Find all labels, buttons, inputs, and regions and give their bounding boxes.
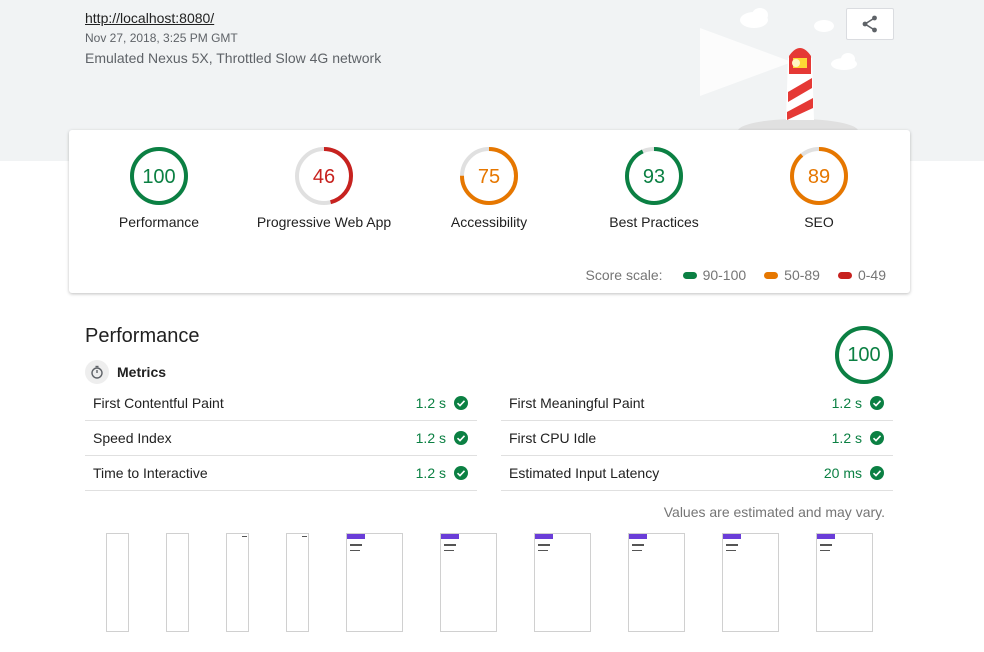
- metric-value: 1.2 s: [831, 430, 862, 446]
- fail-range-label: 0-49: [857, 267, 886, 283]
- filmstrip-frame: [346, 533, 403, 632]
- metric-row: First CPU Idle 1.2 s: [501, 421, 893, 456]
- performance-section-gauge: 100: [835, 326, 893, 384]
- gauge-performance[interactable]: 100 Performance: [79, 146, 239, 230]
- metric-row: Time to Interactive 1.2 s: [85, 456, 477, 491]
- pass-swatch: [682, 271, 697, 279]
- best-practices-score-gauge: 93: [625, 147, 683, 205]
- metric-name: Estimated Input Latency: [509, 465, 660, 481]
- stopwatch-icon: [85, 360, 109, 384]
- best-practices-label: Best Practices: [609, 214, 699, 230]
- accessibility-label: Accessibility: [450, 214, 528, 230]
- filmstrip-frame: [226, 533, 249, 632]
- pass-check-icon: [870, 466, 884, 480]
- performance-score-gauge: 100: [130, 147, 188, 205]
- metric-value: 1.2 s: [415, 395, 446, 411]
- metric-name: First Meaningful Paint: [509, 395, 645, 411]
- pass-check-icon: [454, 396, 468, 410]
- metric-name: First CPU Idle: [509, 430, 597, 446]
- accessibility-score-gauge: 75: [460, 147, 518, 205]
- lighthouse-illustration: [700, 8, 858, 131]
- score-scale-legend: Score scale: 90-100 50-89 0-49: [586, 267, 886, 283]
- pwa-score: 46: [313, 166, 335, 188]
- performance-section-score: 100: [847, 344, 880, 366]
- metric-name: First Contentful Paint: [93, 395, 224, 411]
- metric-value: 1.2 s: [415, 465, 446, 481]
- pass-check-icon: [870, 396, 884, 410]
- pwa-label: Progressive Web App: [256, 214, 392, 230]
- fail-swatch: [837, 271, 852, 279]
- filmstrip-frame: [816, 533, 873, 632]
- metric-value: 1.2 s: [415, 430, 446, 446]
- pass-range-label: 90-100: [702, 267, 747, 283]
- performance-section-title: Performance: [85, 325, 200, 347]
- report-date: Nov 27, 2018, 3:25 PM GMT: [85, 31, 238, 45]
- metrics-header: Metrics: [85, 360, 166, 384]
- gauge-accessibility[interactable]: 75 Accessibility: [409, 146, 569, 230]
- filmstrip-frame: [534, 533, 591, 632]
- estimate-note: Values are estimated and may vary.: [663, 504, 885, 520]
- pass-check-icon: [454, 431, 468, 445]
- pass-check-icon: [454, 466, 468, 480]
- metric-name: Speed Index: [93, 430, 172, 446]
- gauge-seo[interactable]: 89 SEO: [739, 146, 899, 230]
- page-url-link[interactable]: http://localhost:8080/: [85, 10, 214, 26]
- environment-info: Emulated Nexus 5X, Throttled Slow 4G net…: [85, 50, 382, 66]
- gauge-best-practices[interactable]: 93 Best Practices: [574, 146, 734, 230]
- filmstrip-frame: [440, 533, 497, 632]
- metric-row: First Meaningful Paint 1.2 s: [501, 386, 893, 421]
- seo-label: SEO: [804, 214, 834, 230]
- metric-row: Estimated Input Latency 20 ms: [501, 456, 893, 491]
- filmstrip-frame: [722, 533, 779, 632]
- seo-score: 89: [808, 166, 830, 188]
- metrics-title: Metrics: [117, 364, 167, 380]
- filmstrip-frame: [286, 533, 309, 632]
- metric-name: Time to Interactive: [93, 465, 208, 481]
- category-scores-card: 100 Performance 46 Progressive Web App 7…: [69, 130, 910, 293]
- average-range-label: 50-89: [784, 267, 820, 283]
- metric-value: 1.2 s: [831, 395, 862, 411]
- performance-label: Performance: [118, 214, 200, 230]
- average-swatch: [764, 271, 779, 279]
- metric-value: 20 ms: [823, 465, 862, 481]
- accessibility-score: 75: [478, 166, 500, 188]
- gauge-pwa[interactable]: 46 Progressive Web App: [244, 146, 404, 230]
- seo-score-gauge: 89: [790, 147, 848, 205]
- pass-check-icon: [870, 431, 884, 445]
- filmstrip-frame: [106, 533, 129, 632]
- metric-row: Speed Index 1.2 s: [85, 421, 477, 456]
- filmstrip-frame: [166, 533, 189, 632]
- metric-row: First Contentful Paint 1.2 s: [85, 386, 477, 421]
- performance-score: 100: [142, 166, 175, 188]
- pwa-score-gauge: 46: [295, 147, 353, 205]
- score-scale-label: Score scale:: [585, 267, 663, 283]
- best-practices-score: 93: [643, 166, 665, 188]
- filmstrip-frame: [628, 533, 685, 632]
